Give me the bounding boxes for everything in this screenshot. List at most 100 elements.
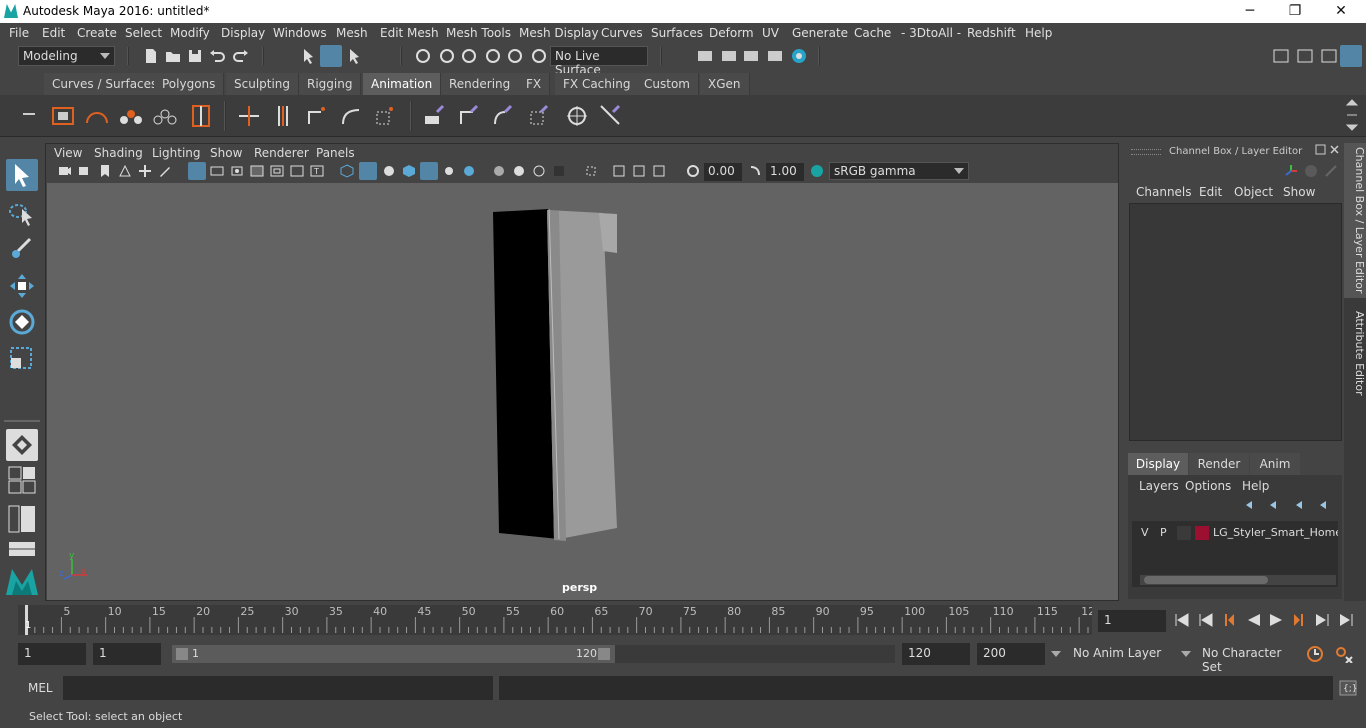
layer-scrollbar[interactable] bbox=[1140, 575, 1336, 585]
playback-start-field[interactable]: 1 bbox=[93, 643, 161, 665]
shelf-scroll-icon[interactable] bbox=[1345, 97, 1359, 133]
live-surface-field[interactable]: No Live Surface bbox=[550, 46, 648, 77]
script-editor-icon[interactable]: {;} bbox=[1339, 680, 1357, 696]
tab-custom[interactable]: Custom bbox=[636, 73, 699, 95]
cluster-icon[interactable] bbox=[372, 103, 398, 129]
textured-icon[interactable] bbox=[402, 164, 416, 178]
ghost-icon[interactable] bbox=[118, 103, 144, 129]
select-component-icon[interactable] bbox=[346, 47, 364, 65]
parent-constraint-icon[interactable] bbox=[456, 103, 482, 129]
chevron-down-icon[interactable] bbox=[1050, 650, 1062, 658]
backface-culling-icon[interactable] bbox=[652, 164, 666, 178]
channel-box-toggle-icon[interactable] bbox=[1340, 45, 1362, 67]
open-scene-icon[interactable] bbox=[164, 47, 182, 65]
select-object-icon[interactable] bbox=[320, 45, 342, 67]
refrigerator-model[interactable] bbox=[47, 183, 1118, 600]
wireframe-icon[interactable] bbox=[340, 164, 354, 178]
gamma-field[interactable]: 1.00 bbox=[766, 163, 804, 181]
menu-mesh-tools[interactable]: Mesh Tools bbox=[446, 26, 511, 40]
render-view-icon[interactable] bbox=[696, 47, 714, 65]
auto-key-icon[interactable] bbox=[1306, 645, 1324, 663]
tab-rendering[interactable]: Rendering bbox=[441, 73, 520, 95]
motion-trail-icon[interactable] bbox=[84, 103, 110, 129]
tab-channel-box-layer-editor[interactable]: Channel Box / Layer Editor bbox=[1344, 143, 1366, 298]
color-management-icon[interactable] bbox=[810, 164, 824, 178]
manipulator-icon[interactable] bbox=[1283, 163, 1299, 179]
close-panel-icon[interactable] bbox=[1329, 144, 1340, 155]
grid-toggle-icon[interactable] bbox=[188, 162, 206, 180]
camera-lock-icon[interactable] bbox=[78, 164, 92, 178]
channels-menu[interactable]: Channels bbox=[1136, 185, 1192, 199]
panel-menu-show[interactable]: Show bbox=[210, 146, 242, 160]
animation-start-field[interactable]: 1 bbox=[18, 643, 86, 665]
animation-end-field[interactable]: 200 bbox=[977, 643, 1045, 665]
go-to-start-icon[interactable] bbox=[1175, 613, 1189, 627]
two-d-pan-icon[interactable] bbox=[138, 164, 152, 178]
view-transform-dropdown[interactable]: sRGB gamma bbox=[829, 162, 969, 180]
layer-type-toggle[interactable] bbox=[1177, 526, 1191, 540]
four-view-layout-icon[interactable] bbox=[8, 466, 36, 494]
layer-name[interactable]: LG_Styler_Smart_Home_S bbox=[1213, 526, 1338, 539]
tab-fx-caching[interactable]: FX Caching bbox=[555, 73, 640, 95]
step-back-key-icon[interactable] bbox=[1199, 613, 1213, 627]
wireframe-on-shaded-icon[interactable] bbox=[382, 164, 396, 178]
layer-row[interactable]: V P LG_Styler_Smart_Home_S bbox=[1132, 523, 1338, 543]
maya-home-icon[interactable] bbox=[4, 567, 40, 597]
orient-constraint-icon[interactable] bbox=[526, 103, 552, 129]
menu-redshift[interactable]: Redshift bbox=[967, 26, 1016, 40]
exposure-field[interactable]: 0.00 bbox=[704, 163, 742, 181]
move-tool-icon[interactable] bbox=[6, 270, 38, 302]
ipr-render-icon[interactable] bbox=[742, 47, 760, 65]
ik-handle-icon[interactable] bbox=[304, 103, 330, 129]
render-settings-icon[interactable] bbox=[766, 47, 784, 65]
persp-graph-layout-icon[interactable] bbox=[8, 541, 36, 557]
pole-vector-icon[interactable] bbox=[598, 103, 624, 129]
new-scene-icon[interactable] bbox=[142, 47, 160, 65]
range-end-handle[interactable] bbox=[598, 648, 610, 660]
panel-menu-renderer[interactable]: Renderer bbox=[254, 146, 309, 160]
menu-surfaces[interactable]: Surfaces bbox=[651, 26, 703, 40]
menu-curves[interactable]: Curves bbox=[601, 26, 643, 40]
shelf-menu-icon[interactable] bbox=[20, 105, 38, 123]
show-menu[interactable]: Show bbox=[1283, 185, 1315, 199]
menu-display[interactable]: Display bbox=[221, 26, 265, 40]
menu-help[interactable]: Help bbox=[1025, 26, 1052, 40]
current-frame-field[interactable]: 1 bbox=[1098, 610, 1166, 632]
move-layer-up-icon[interactable] bbox=[1244, 499, 1260, 511]
screen-space-ao-icon[interactable] bbox=[462, 164, 476, 178]
menu-edit-mesh[interactable]: Edit Mesh bbox=[380, 26, 439, 40]
tool-settings-toggle-icon[interactable] bbox=[1320, 47, 1338, 65]
safe-action-icon[interactable] bbox=[290, 164, 304, 178]
panel-menu-view[interactable]: View bbox=[54, 146, 82, 160]
step-forward-key-icon[interactable] bbox=[1316, 614, 1329, 626]
snap-point-icon[interactable] bbox=[460, 47, 478, 65]
snap-view-icon[interactable] bbox=[484, 47, 502, 65]
animation-preferences-icon[interactable] bbox=[1334, 645, 1356, 663]
snap-grid-icon[interactable] bbox=[414, 47, 432, 65]
restore-button[interactable]: ❐ bbox=[1272, 0, 1318, 23]
panel-menu-panels[interactable]: Panels bbox=[316, 146, 355, 160]
character-set-dropdown[interactable]: No Character Set bbox=[1196, 643, 1302, 674]
use-all-lights-icon[interactable] bbox=[420, 162, 438, 180]
isolate-select-icon[interactable] bbox=[584, 164, 598, 178]
tab-render[interactable]: Render bbox=[1189, 453, 1249, 475]
snap-curve-icon[interactable] bbox=[438, 47, 456, 65]
tab-display[interactable]: Display bbox=[1128, 453, 1188, 475]
xray-joints-icon[interactable] bbox=[612, 164, 626, 178]
tab-fx[interactable]: FX bbox=[518, 73, 551, 95]
edit-menu[interactable]: Edit bbox=[1199, 185, 1222, 199]
playblast-icon[interactable] bbox=[50, 103, 76, 129]
render-frame-icon[interactable] bbox=[720, 47, 738, 65]
grease-pencil-icon[interactable] bbox=[158, 164, 172, 178]
aim-constraint-icon[interactable] bbox=[564, 103, 590, 129]
step-forward-frame-icon[interactable] bbox=[1294, 614, 1303, 626]
menu-mesh-display[interactable]: Mesh Display bbox=[519, 26, 599, 40]
menu-mesh[interactable]: Mesh bbox=[336, 26, 368, 40]
tab-sculpting[interactable]: Sculpting bbox=[226, 73, 300, 95]
field-chart-icon[interactable] bbox=[270, 164, 284, 178]
menu-cache[interactable]: Cache bbox=[854, 26, 891, 40]
single-perspective-layout-icon[interactable] bbox=[6, 429, 38, 461]
chevron-down-icon[interactable] bbox=[1180, 650, 1192, 658]
shadows-icon[interactable] bbox=[442, 164, 456, 178]
tab-polygons[interactable]: Polygons bbox=[154, 73, 225, 95]
